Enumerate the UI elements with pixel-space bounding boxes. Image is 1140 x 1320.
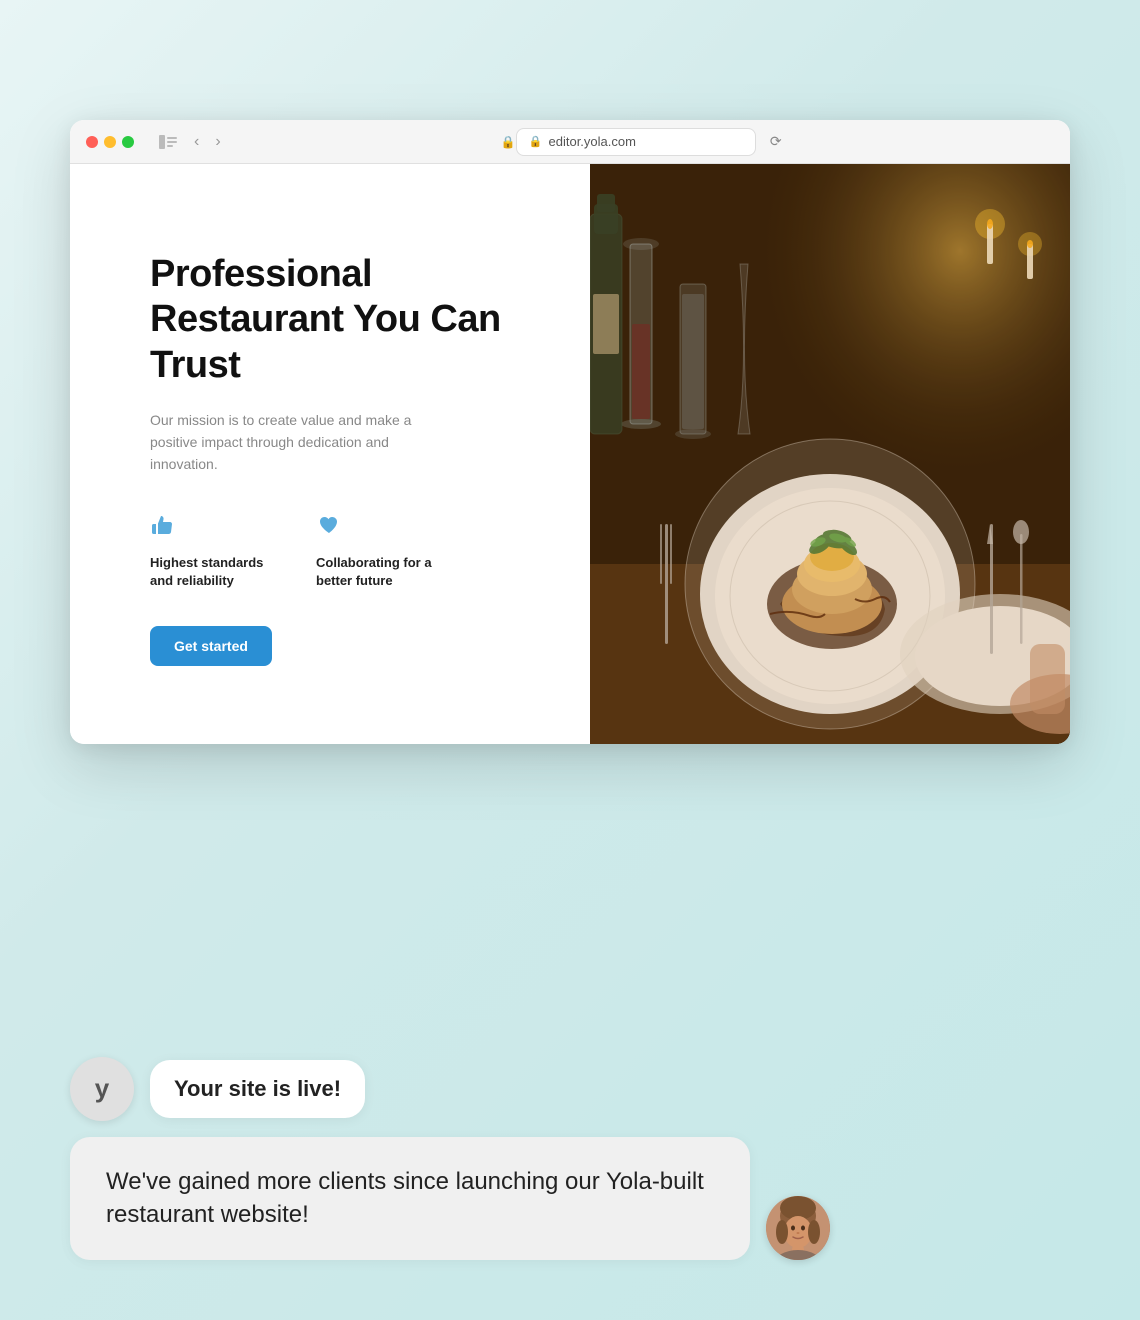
- address-bar-wrap: 🔒 🔒 editor.yola.com ⟳: [235, 128, 1054, 156]
- heart-icon: [316, 512, 446, 544]
- feature-2: Collaborating for a better future: [316, 512, 446, 590]
- feature-1-text: Highest standards and reliability: [150, 554, 280, 590]
- close-button[interactable]: [86, 136, 98, 148]
- browser-content: Professional Restaurant You Can Trust Ou…: [70, 164, 1070, 744]
- food-image: [590, 164, 1070, 744]
- security-icon: 🔒: [501, 135, 516, 149]
- url-text: editor.yola.com: [549, 134, 636, 149]
- traffic-lights: [86, 136, 134, 148]
- feature-1: Highest standards and reliability: [150, 512, 280, 590]
- forward-button[interactable]: ›: [211, 131, 224, 153]
- thumbsup-icon: [150, 512, 280, 544]
- sidebar-toggle-icon[interactable]: [154, 128, 182, 156]
- hero-title: Professional Restaurant You Can Trust: [150, 252, 540, 389]
- refresh-button[interactable]: ⟳: [764, 130, 788, 154]
- testimonial-bubble: We've gained more clients since launchin…: [70, 1137, 750, 1260]
- back-button[interactable]: ‹: [190, 131, 203, 153]
- feature-2-text: Collaborating for a better future: [316, 554, 446, 590]
- lock-icon: 🔒: [529, 135, 543, 148]
- right-panel: [590, 164, 1070, 744]
- live-bubble: Your site is live!: [150, 1060, 365, 1118]
- chat-section: y Your site is live! We've gained more c…: [70, 1057, 1070, 1260]
- hero-subtitle: Our mission is to create value and make …: [150, 409, 450, 476]
- browser-titlebar: ‹ › 🔒 🔒 editor.yola.com ⟳: [70, 120, 1070, 164]
- user-avatar: [766, 1196, 830, 1260]
- chat-row-1: y Your site is live!: [70, 1057, 1070, 1121]
- browser-controls: ‹ ›: [154, 128, 225, 156]
- maximize-button[interactable]: [122, 136, 134, 148]
- browser-window: ‹ › 🔒 🔒 editor.yola.com ⟳ Professional R…: [70, 120, 1070, 744]
- left-panel: Professional Restaurant You Can Trust Ou…: [70, 164, 590, 744]
- minimize-button[interactable]: [104, 136, 116, 148]
- chat-row-2: We've gained more clients since launchin…: [70, 1137, 1070, 1260]
- address-bar[interactable]: 🔒 editor.yola.com: [516, 128, 756, 156]
- yola-avatar: y: [70, 1057, 134, 1121]
- get-started-button[interactable]: Get started: [150, 626, 272, 666]
- features-row: Highest standards and reliability Collab…: [150, 512, 540, 590]
